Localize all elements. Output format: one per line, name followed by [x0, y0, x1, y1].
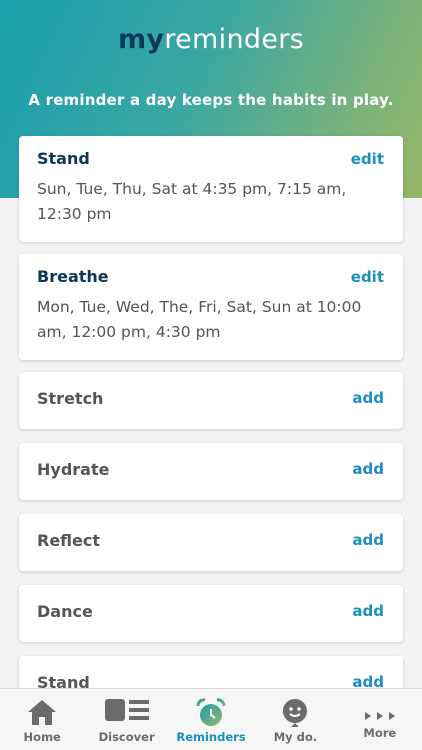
reminder-title: Stretch [37, 389, 104, 408]
edit-button[interactable]: edit [351, 268, 384, 286]
tab-label: More [363, 726, 397, 740]
reminder-schedule: Sun, Tue, Thu, Sat at 4:35 pm, 7:15 am, … [37, 180, 347, 223]
logo-suffix: reminders [164, 24, 304, 55]
add-button[interactable]: add [352, 602, 384, 620]
reminder-card-stretch[interactable]: Stretch add [19, 372, 403, 429]
edit-button[interactable]: edit [351, 150, 384, 168]
tab-reminders[interactable]: Reminders [169, 689, 253, 750]
reminder-card-reflect[interactable]: Reflect add [19, 514, 403, 571]
tab-label: Reminders [176, 730, 246, 744]
tab-label: Home [23, 730, 61, 744]
tab-discover[interactable]: Discover [84, 689, 168, 750]
tab-home[interactable]: Home [0, 689, 84, 750]
discover-icon [104, 698, 149, 726]
reminder-title: Hydrate [37, 460, 110, 479]
tab-more[interactable]: More [338, 689, 422, 750]
reminder-title: Dance [37, 602, 93, 621]
more-arrows-icon [364, 706, 396, 725]
app-logo: myreminders [0, 24, 422, 55]
add-button[interactable]: add [352, 389, 384, 407]
tab-label: My do. [273, 730, 318, 744]
reminder-title: Breathe [37, 267, 109, 286]
reminder-title: Stand [37, 149, 90, 168]
reminder-card-dance[interactable]: Dance add [19, 585, 403, 642]
alarm-clock-icon [196, 698, 226, 732]
reminder-list: Stand edit Sun, Tue, Thu, Sat at 4:35 pm… [19, 136, 403, 727]
tab-my-do[interactable]: My do. [253, 689, 337, 750]
reminder-schedule: Mon, Tue, Wed, The, Fri, Sat, Sun at 10:… [37, 298, 362, 341]
add-button[interactable]: add [352, 531, 384, 549]
reminder-title: Reflect [37, 531, 101, 550]
reminder-card-stand[interactable]: Stand edit Sun, Tue, Thu, Sat at 4:35 pm… [19, 136, 403, 242]
logo-prefix: my [118, 24, 165, 55]
tab-bar: Home Discover Reminders My do. More [0, 688, 422, 750]
reminder-card-hydrate[interactable]: Hydrate add [19, 443, 403, 500]
home-icon [27, 698, 57, 730]
smiley-pin-icon [281, 698, 309, 732]
tab-label: Discover [98, 730, 155, 744]
tagline: A reminder a day keeps the habits in pla… [28, 91, 394, 109]
add-button[interactable]: add [352, 460, 384, 478]
reminder-card-breathe[interactable]: Breathe edit Mon, Tue, Wed, The, Fri, Sa… [19, 254, 403, 360]
